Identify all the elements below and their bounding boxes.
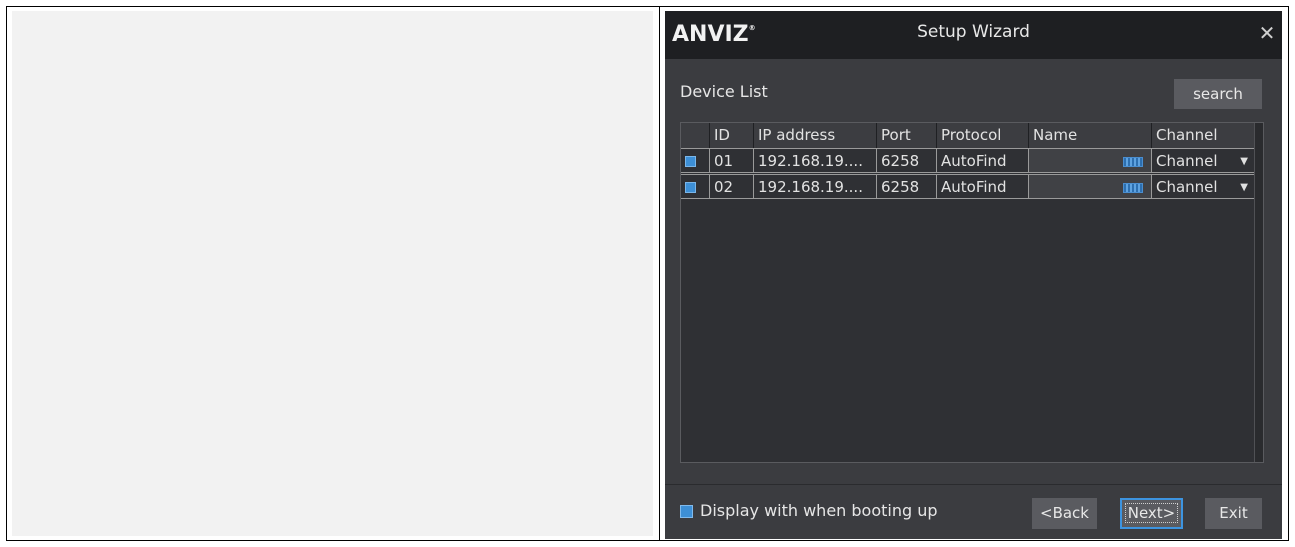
boot-display-label[interactable]: Display with when booting up [700, 501, 938, 520]
next-button[interactable]: Next> [1120, 498, 1183, 529]
window-title: Setup Wizard [917, 22, 1030, 42]
column-header-channel: Channel [1151, 123, 1255, 148]
row-name-input[interactable] [1028, 148, 1151, 173]
row-protocol: AutoFind [936, 148, 1028, 173]
table-row[interactable]: 01 192.168.19.... 6258 AutoFind Channel ▼ [681, 148, 1255, 173]
close-icon[interactable]: ✕ [1256, 21, 1278, 45]
checkbox-icon[interactable] [685, 182, 696, 193]
row-channel-select[interactable]: Channel ▼ [1151, 148, 1255, 173]
keyboard-icon[interactable] [1123, 157, 1143, 167]
column-header-protocol: Protocol [936, 123, 1028, 148]
row-channel-value: Channel [1156, 152, 1218, 170]
back-button[interactable]: <Back [1032, 498, 1097, 529]
row-ip: 192.168.19.... [753, 148, 876, 173]
footer-divider [665, 484, 1282, 485]
row-port: 6258 [876, 174, 936, 199]
boot-display-checkbox[interactable] [680, 505, 693, 518]
row-ip: 192.168.19.... [753, 174, 876, 199]
column-header-ip: IP address [753, 123, 876, 148]
column-header-select [681, 123, 709, 148]
row-select-cell[interactable] [681, 148, 709, 173]
row-channel-select[interactable]: Channel ▼ [1151, 174, 1255, 199]
left-blank-pane [12, 11, 653, 536]
row-select-cell[interactable] [681, 174, 709, 199]
column-header-name: Name [1028, 123, 1151, 148]
column-header-id: ID [709, 123, 753, 148]
keyboard-icon[interactable] [1123, 183, 1143, 193]
row-port: 6258 [876, 148, 936, 173]
chevron-down-icon[interactable]: ▼ [1240, 175, 1248, 198]
device-list-label: Device List [680, 82, 768, 101]
setup-wizard-dialog: ANVIZ® Setup Wizard ✕ Device List search… [665, 11, 1282, 539]
row-protocol: AutoFind [936, 174, 1028, 199]
row-channel-value: Channel [1156, 178, 1218, 196]
table-scrollbar[interactable] [1254, 123, 1263, 462]
row-name-input[interactable] [1028, 174, 1151, 199]
table-row[interactable]: 02 192.168.19.... 6258 AutoFind Channel ▼ [681, 174, 1255, 199]
exit-button[interactable]: Exit [1205, 498, 1262, 529]
title-bar: ANVIZ® Setup Wizard ✕ [665, 11, 1282, 59]
checkbox-icon[interactable] [685, 156, 696, 167]
row-id: 02 [709, 174, 753, 199]
device-table: ID IP address Port Protocol Name Channel… [680, 122, 1264, 463]
chevron-down-icon[interactable]: ▼ [1240, 149, 1248, 172]
row-id: 01 [709, 148, 753, 173]
table-header: ID IP address Port Protocol Name Channel [681, 123, 1255, 148]
column-header-port: Port [876, 123, 936, 148]
search-button[interactable]: search [1174, 79, 1262, 109]
next-button-label: Next> [1124, 503, 1179, 523]
pane-divider [659, 6, 660, 541]
